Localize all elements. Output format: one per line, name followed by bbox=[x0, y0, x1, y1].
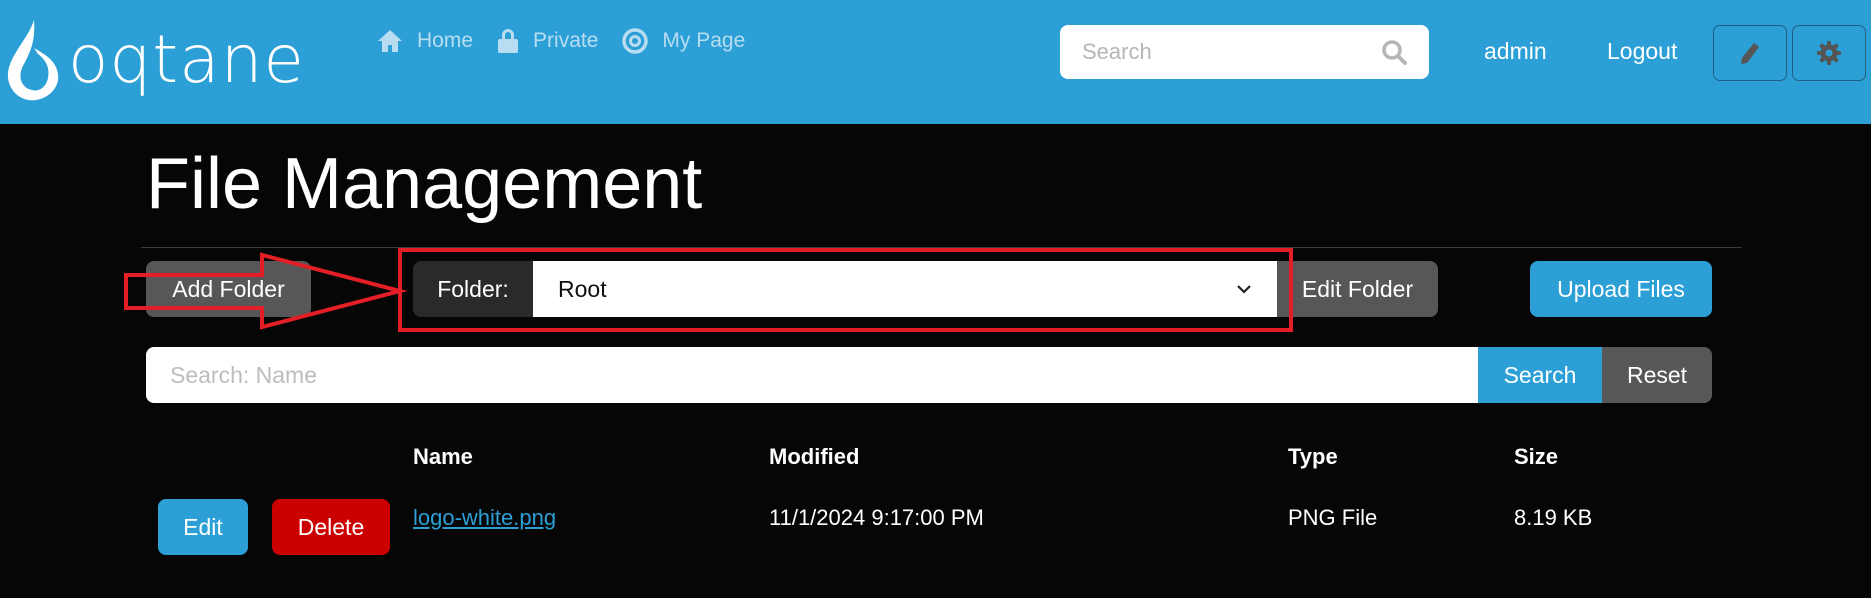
settings-button[interactable] bbox=[1792, 25, 1866, 81]
home-icon bbox=[378, 30, 402, 52]
chevron-down-icon bbox=[1237, 285, 1251, 294]
logout-link[interactable]: Logout bbox=[1607, 38, 1677, 65]
folder-label: Folder: bbox=[413, 261, 533, 317]
folder-selector-group: Folder: Root Edit Folder bbox=[413, 261, 1438, 317]
gear-icon bbox=[1817, 41, 1841, 65]
site-search-input[interactable] bbox=[1082, 39, 1381, 65]
nav-link-my-page[interactable]: My Page bbox=[622, 28, 745, 54]
main-nav: Home Private My Page bbox=[377, 28, 769, 54]
user-name-link[interactable]: admin bbox=[1484, 38, 1547, 65]
brand-name: oqtane bbox=[68, 21, 306, 98]
folder-select-value: Root bbox=[558, 275, 607, 302]
file-search-bar: Search Reset bbox=[146, 347, 1712, 403]
title-divider bbox=[141, 247, 1742, 248]
add-folder-button[interactable]: Add Folder bbox=[146, 261, 311, 317]
upload-files-button[interactable]: Upload Files bbox=[1530, 261, 1712, 317]
pencil-icon bbox=[1741, 41, 1761, 64]
brand-logo[interactable]: oqtane bbox=[4, 18, 305, 102]
column-header-type[interactable]: Type bbox=[1288, 444, 1338, 470]
column-header-size[interactable]: Size bbox=[1514, 444, 1558, 470]
site-search bbox=[1060, 25, 1429, 79]
target-icon bbox=[622, 28, 649, 54]
edit-mode-button[interactable] bbox=[1713, 25, 1787, 81]
column-header-modified[interactable]: Modified bbox=[769, 444, 859, 470]
delete-file-button[interactable]: Delete bbox=[272, 499, 390, 555]
droplet-logo-icon bbox=[7, 20, 59, 101]
page-title: File Management bbox=[146, 144, 703, 224]
file-search-input[interactable] bbox=[146, 347, 1478, 403]
edit-file-button[interactable]: Edit bbox=[158, 499, 248, 555]
edit-folder-button[interactable]: Edit Folder bbox=[1277, 261, 1438, 317]
file-modified: 11/1/2024 9:17:00 PM bbox=[769, 505, 984, 530]
file-type: PNG File bbox=[1288, 505, 1378, 530]
nav-link-home[interactable]: Home bbox=[377, 29, 473, 53]
nav-link-private[interactable]: Private bbox=[497, 28, 598, 54]
file-search-button[interactable]: Search bbox=[1478, 347, 1602, 403]
nav-link-label: Home bbox=[417, 29, 474, 52]
navbar: oqtane Home Private My Page admin Logout bbox=[0, 0, 1871, 124]
reset-button[interactable]: Reset bbox=[1602, 347, 1712, 403]
nav-link-label: My Page bbox=[662, 29, 746, 52]
file-name-link[interactable]: logo-white.png bbox=[413, 505, 556, 531]
nav-link-label: Private bbox=[533, 29, 599, 52]
lock-icon bbox=[498, 29, 519, 53]
file-size: 8.19 KB bbox=[1514, 505, 1593, 530]
column-header-name[interactable]: Name bbox=[413, 444, 473, 470]
search-icon[interactable] bbox=[1381, 39, 1407, 65]
folder-select[interactable]: Root bbox=[533, 261, 1277, 317]
